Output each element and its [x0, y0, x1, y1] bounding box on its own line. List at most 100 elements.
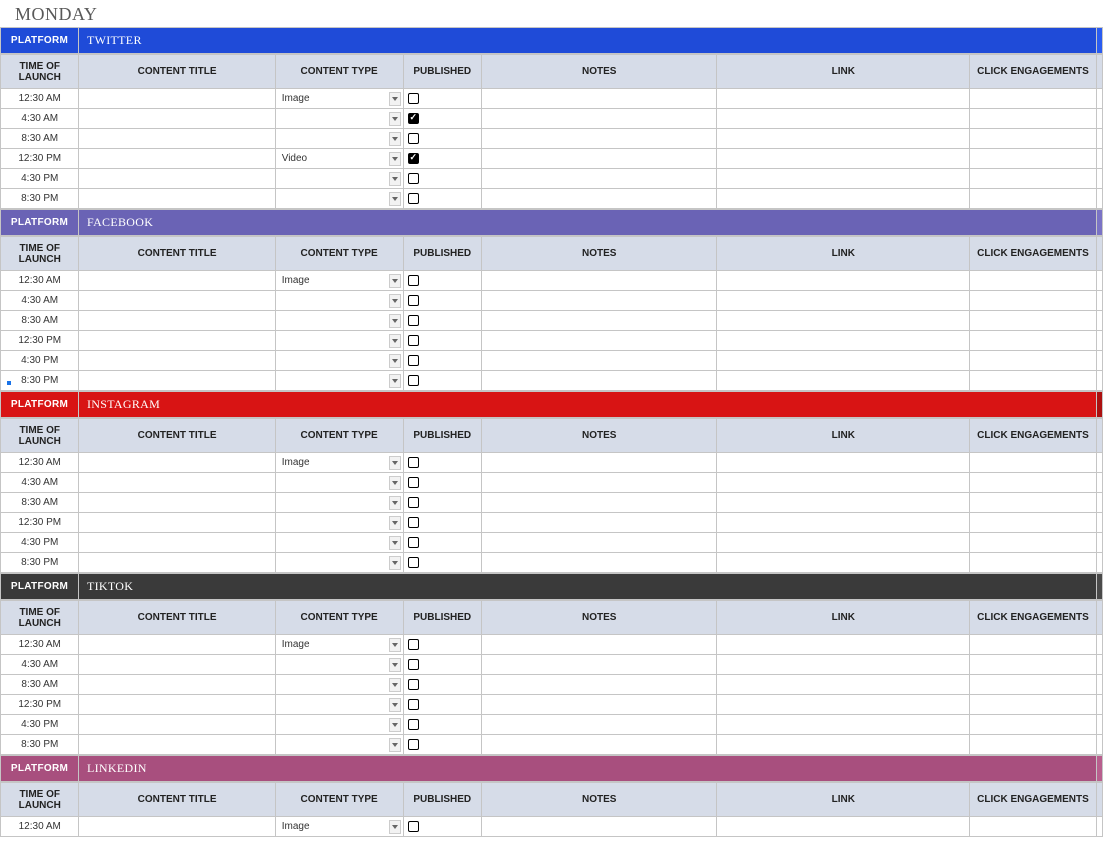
content-type-dropdown[interactable]: Image	[275, 635, 403, 655]
published-cell[interactable]	[403, 513, 481, 533]
content-type-dropdown[interactable]	[275, 129, 403, 149]
notes-cell[interactable]	[482, 695, 717, 715]
chevron-down-icon[interactable]	[389, 516, 401, 530]
link-cell[interactable]	[717, 189, 970, 209]
chevron-down-icon[interactable]	[389, 536, 401, 550]
notes-cell[interactable]	[482, 371, 717, 391]
time-cell[interactable]: 4:30 PM	[1, 351, 79, 371]
chevron-down-icon[interactable]	[389, 658, 401, 672]
notes-cell[interactable]	[482, 473, 717, 493]
time-cell[interactable]: 12:30 PM	[1, 331, 79, 351]
notes-cell[interactable]	[482, 493, 717, 513]
time-cell[interactable]: 8:30 AM	[1, 493, 79, 513]
checkbox-icon[interactable]	[408, 93, 419, 104]
engagements-cell[interactable]	[970, 89, 1097, 109]
content-type-dropdown[interactable]	[275, 189, 403, 209]
checkbox-icon[interactable]	[408, 295, 419, 306]
chevron-down-icon[interactable]	[389, 354, 401, 368]
published-cell[interactable]	[403, 493, 481, 513]
published-cell[interactable]	[403, 533, 481, 553]
time-cell[interactable]: 8:30 PM	[1, 735, 79, 755]
link-cell[interactable]	[717, 655, 970, 675]
notes-cell[interactable]	[482, 351, 717, 371]
link-cell[interactable]	[717, 271, 970, 291]
published-cell[interactable]	[403, 311, 481, 331]
content-title-cell[interactable]	[79, 371, 275, 391]
published-cell[interactable]	[403, 473, 481, 493]
notes-cell[interactable]	[482, 675, 717, 695]
chevron-down-icon[interactable]	[389, 152, 401, 166]
content-type-dropdown[interactable]	[275, 735, 403, 755]
content-type-dropdown[interactable]	[275, 675, 403, 695]
content-title-cell[interactable]	[79, 291, 275, 311]
content-title-cell[interactable]	[79, 89, 275, 109]
notes-cell[interactable]	[482, 817, 717, 837]
checkbox-icon[interactable]	[408, 173, 419, 184]
notes-cell[interactable]	[482, 129, 717, 149]
chevron-down-icon[interactable]	[389, 274, 401, 288]
content-type-dropdown[interactable]	[275, 695, 403, 715]
checkbox-icon[interactable]	[408, 659, 419, 670]
time-cell[interactable]: 12:30 AM	[1, 453, 79, 473]
notes-cell[interactable]	[482, 271, 717, 291]
content-type-dropdown[interactable]: Image	[275, 271, 403, 291]
time-cell[interactable]: 8:30 AM	[1, 129, 79, 149]
content-title-cell[interactable]	[79, 493, 275, 513]
content-type-dropdown[interactable]	[275, 655, 403, 675]
content-title-cell[interactable]	[79, 655, 275, 675]
checkbox-icon[interactable]	[408, 193, 419, 204]
checkbox-icon[interactable]	[408, 537, 419, 548]
notes-cell[interactable]	[482, 655, 717, 675]
link-cell[interactable]	[717, 89, 970, 109]
checkbox-icon[interactable]	[408, 315, 419, 326]
content-type-dropdown[interactable]	[275, 715, 403, 735]
chevron-down-icon[interactable]	[389, 476, 401, 490]
chevron-down-icon[interactable]	[389, 112, 401, 126]
content-title-cell[interactable]	[79, 109, 275, 129]
content-title-cell[interactable]	[79, 695, 275, 715]
notes-cell[interactable]	[482, 331, 717, 351]
engagements-cell[interactable]	[970, 493, 1097, 513]
link-cell[interactable]	[717, 331, 970, 351]
time-cell[interactable]: 12:30 PM	[1, 513, 79, 533]
chevron-down-icon[interactable]	[389, 172, 401, 186]
chevron-down-icon[interactable]	[389, 334, 401, 348]
time-cell[interactable]: 12:30 AM	[1, 635, 79, 655]
link-cell[interactable]	[717, 513, 970, 533]
content-type-dropdown[interactable]: Video	[275, 149, 403, 169]
notes-cell[interactable]	[482, 169, 717, 189]
engagements-cell[interactable]	[970, 169, 1097, 189]
link-cell[interactable]	[717, 291, 970, 311]
engagements-cell[interactable]	[970, 635, 1097, 655]
published-cell[interactable]	[403, 331, 481, 351]
published-cell[interactable]	[403, 271, 481, 291]
checkbox-icon[interactable]	[408, 719, 419, 730]
checkbox-icon[interactable]	[408, 355, 419, 366]
published-cell[interactable]	[403, 453, 481, 473]
notes-cell[interactable]	[482, 715, 717, 735]
link-cell[interactable]	[717, 715, 970, 735]
content-type-dropdown[interactable]: Image	[275, 453, 403, 473]
chevron-down-icon[interactable]	[389, 820, 401, 834]
content-title-cell[interactable]	[79, 189, 275, 209]
time-cell[interactable]: 8:30 PM	[1, 189, 79, 209]
content-title-cell[interactable]	[79, 271, 275, 291]
published-cell[interactable]	[403, 635, 481, 655]
link-cell[interactable]	[717, 129, 970, 149]
link-cell[interactable]	[717, 371, 970, 391]
content-type-dropdown[interactable]	[275, 109, 403, 129]
chevron-down-icon[interactable]	[389, 132, 401, 146]
chevron-down-icon[interactable]	[389, 638, 401, 652]
engagements-cell[interactable]	[970, 473, 1097, 493]
link-cell[interactable]	[717, 735, 970, 755]
published-cell[interactable]	[403, 817, 481, 837]
time-cell[interactable]: 12:30 PM	[1, 695, 79, 715]
chevron-down-icon[interactable]	[389, 374, 401, 388]
published-cell[interactable]	[403, 553, 481, 573]
time-cell[interactable]: 8:30 PM	[1, 553, 79, 573]
checkbox-icon[interactable]	[408, 557, 419, 568]
checkbox-icon[interactable]	[408, 517, 419, 528]
link-cell[interactable]	[717, 635, 970, 655]
link-cell[interactable]	[717, 311, 970, 331]
published-cell[interactable]	[403, 675, 481, 695]
